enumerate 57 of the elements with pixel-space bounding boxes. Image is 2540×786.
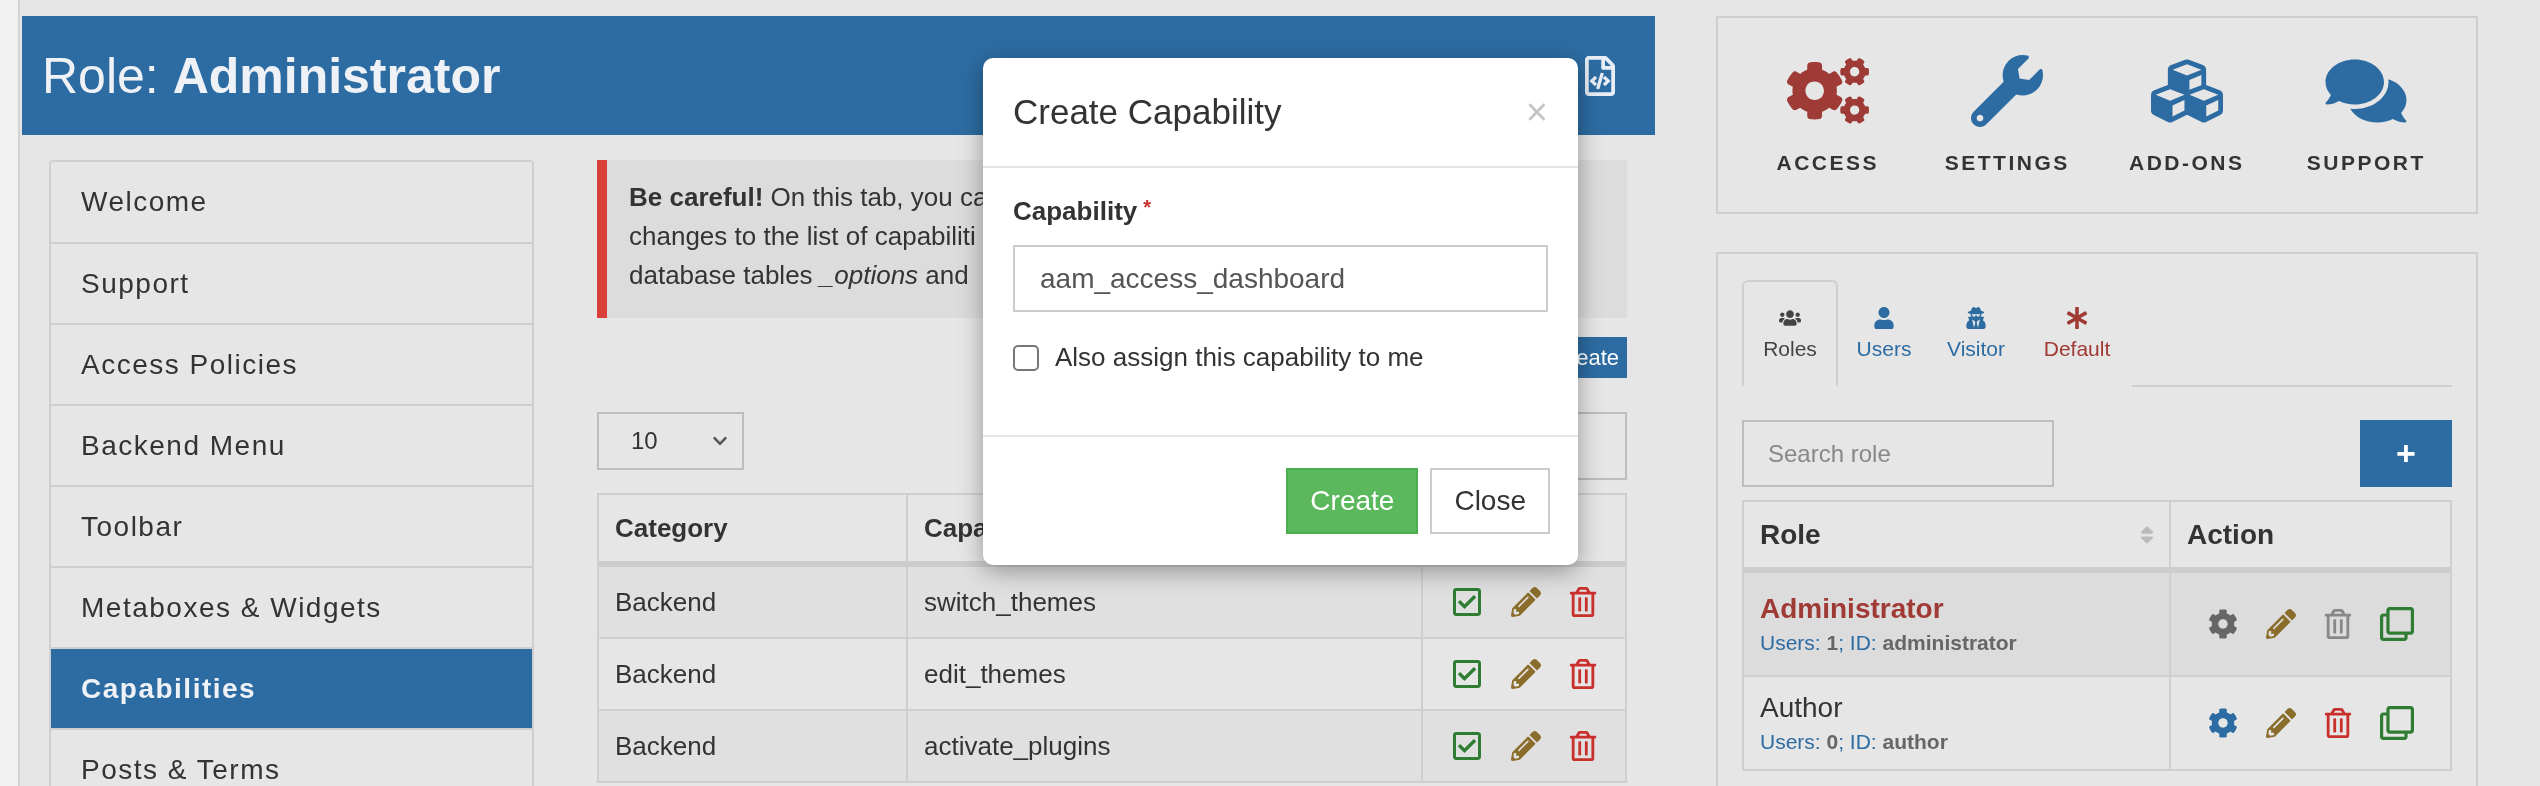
checked-box-icon[interactable] xyxy=(1451,658,1483,690)
tab-label: Roles xyxy=(1763,336,1817,361)
pencil-icon[interactable] xyxy=(2265,609,2296,639)
table-cell: switch_themes xyxy=(906,567,1421,637)
tab-label: Users xyxy=(1856,336,1912,361)
page-size-select[interactable]: 10 xyxy=(597,412,744,470)
table-row[interactable]: Administrator Users: 1; ID: administrator xyxy=(1744,573,2450,677)
nav-label[interactable]: SUPPORT xyxy=(2306,151,2426,175)
nav-label[interactable]: ACCESS xyxy=(1776,151,1879,175)
gears-icon[interactable] xyxy=(1786,55,1869,127)
trash-icon[interactable] xyxy=(2323,609,2352,639)
copy-icon[interactable] xyxy=(2379,607,2414,641)
gear-icon[interactable] xyxy=(2207,609,2238,639)
table-cell-text: Backend xyxy=(614,657,718,691)
table-row[interactable]: Author Users: 0; ID: author xyxy=(1744,677,2450,771)
page-title: Role: Administrator xyxy=(42,46,501,105)
trash-icon[interactable] xyxy=(1569,659,1597,689)
table-cell-text: Backend xyxy=(614,585,718,619)
capability-field[interactable]: aam_access_dashboard xyxy=(1013,245,1548,312)
spy-icon xyxy=(1965,306,1987,329)
trash-icon[interactable] xyxy=(2323,708,2352,738)
table-cell-text: Backend xyxy=(614,729,718,763)
checkbox[interactable] xyxy=(1013,344,1039,371)
column-header: Action xyxy=(2169,502,2450,567)
role-details: Users: 1; ID: administrator xyxy=(1760,631,2018,655)
checked-box-icon[interactable] xyxy=(1451,730,1483,762)
pencil-icon[interactable] xyxy=(1511,659,1541,689)
asterisk-icon xyxy=(2066,306,2088,329)
checked-box-icon[interactable] xyxy=(1451,586,1483,618)
role-name[interactable]: Administrator xyxy=(1760,593,2169,625)
table-cell: activate_plugins xyxy=(906,711,1421,781)
pencil-icon[interactable] xyxy=(1511,731,1541,761)
pencil-icon[interactable] xyxy=(1511,587,1541,617)
column-header[interactable]: Category xyxy=(599,495,906,561)
trash-icon[interactable] xyxy=(1569,731,1597,761)
tab[interactable]: Roles xyxy=(1742,280,1838,387)
role-details: Users: 0; ID: author xyxy=(1760,730,1949,754)
tab-label: Visitor xyxy=(1947,336,2005,361)
role-name[interactable]: Author xyxy=(1760,692,2169,724)
close-button[interactable]: Close xyxy=(1430,468,1550,534)
column-header[interactable]: Role xyxy=(1760,518,1821,551)
pencil-icon[interactable] xyxy=(2265,708,2296,738)
dialog-title: Create Capability xyxy=(1013,92,1282,132)
search-field[interactable]: Search role xyxy=(1742,420,2054,487)
tab-label: Default xyxy=(2043,336,2111,361)
nav-label[interactable]: SETTINGS xyxy=(1944,151,2070,175)
field-label: Capability * xyxy=(1013,196,1153,227)
table-cell: edit_themes xyxy=(906,639,1421,709)
copy-icon[interactable] xyxy=(2379,706,2414,740)
code-file-icon[interactable] xyxy=(1583,55,1617,96)
user-icon xyxy=(1873,306,1895,329)
nav-label[interactable]: ADD-ONS xyxy=(2129,151,2245,175)
sidebar-item[interactable]: Capabilities xyxy=(51,647,532,728)
trash-icon[interactable] xyxy=(1569,587,1597,617)
checkbox-label[interactable]: Also assign this capability to me xyxy=(1055,342,1424,373)
gear-icon[interactable] xyxy=(2207,708,2238,738)
add-role-button[interactable]: + xyxy=(2360,420,2452,487)
